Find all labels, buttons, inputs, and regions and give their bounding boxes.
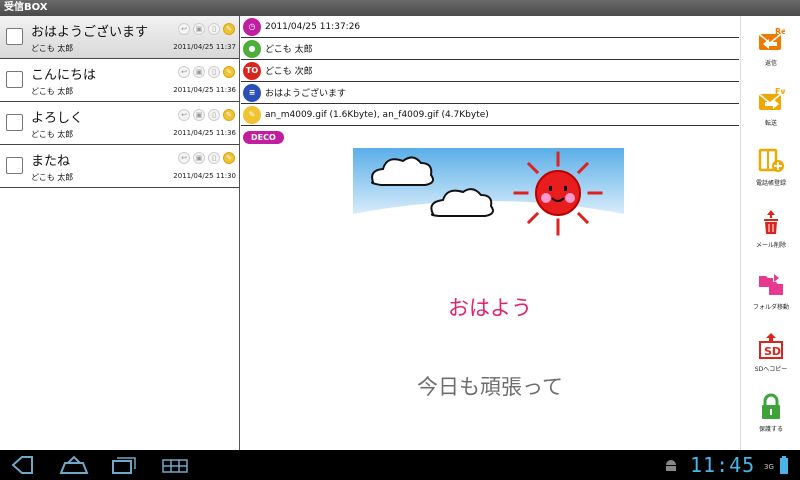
move-folder-button[interactable]: フォルダ移動	[741, 264, 800, 319]
deco-sun-cloud-image	[353, 148, 624, 248]
menu-grid-icon[interactable]	[160, 455, 190, 475]
person-icon: ●	[243, 39, 261, 58]
attachment-icon: ✎	[223, 66, 235, 78]
reply-status-icon: ↩	[178, 66, 190, 78]
lock-icon	[757, 392, 785, 420]
move-folder-label: フォルダ移動	[752, 304, 789, 311]
forward-label: 転送	[764, 120, 777, 127]
message-line-1: おはよう	[448, 296, 532, 320]
lock-status-icon: ▣	[193, 109, 205, 121]
received-datetime: 2011/04/25 11:37:26	[265, 21, 361, 32]
attachment-icon: ✎	[223, 152, 235, 164]
forward-icon: Fw	[757, 86, 788, 114]
attachment-row[interactable]: ✎ an_m4009.gif (1.6Kbyte), an_f4009.gif …	[241, 104, 739, 126]
address-book-plus-icon	[757, 146, 785, 174]
mail-date: 2011/04/25 11:36	[173, 86, 236, 94]
delete-mail-button[interactable]: メール削除	[741, 202, 800, 257]
mail-list-item[interactable]: こんにちは ↩ ▣ ▯ ✎ どこも 太郎 2011/04/25 11:36	[0, 59, 239, 102]
storage-status-icon: ▯	[208, 152, 220, 164]
action-bar: Re 返信 Fw 転送 電話帳登録 メール削除 フォルダ移動 SD SDへコピー…	[740, 16, 800, 450]
add-contact-label: 電話帳登録	[755, 180, 786, 187]
mail-subject: よろしく	[31, 111, 84, 126]
subject-text: おはようございます	[265, 89, 347, 99]
storage-status-icon: ▯	[208, 109, 220, 121]
status-clock: 11:45	[690, 453, 756, 477]
select-checkbox[interactable]	[6, 114, 23, 131]
select-checkbox[interactable]	[6, 71, 23, 88]
forward-button[interactable]: Fw 転送	[741, 80, 800, 135]
mail-status-icons: ↩ ▣ ▯ ✎	[178, 66, 235, 78]
mail-status-icons: ↩ ▣ ▯ ✎	[178, 152, 235, 164]
delete-mail-label: メール削除	[755, 242, 786, 249]
reply-status-icon: ↩	[178, 152, 190, 164]
select-checkbox[interactable]	[6, 28, 23, 45]
subject-icon: ≡	[243, 83, 261, 102]
sd-copy-label: SDへコピー	[754, 366, 788, 373]
to-badge-icon: TO	[243, 61, 261, 80]
window-title: 受信BOX	[0, 0, 800, 16]
mail-detail: ◷ 2011/04/25 11:37:26 ● どこも 太郎 TO どこも 次郎…	[241, 16, 739, 450]
datetime-row: ◷ 2011/04/25 11:37:26	[241, 16, 739, 38]
reply-status-icon: ↩	[178, 23, 190, 35]
lock-status-icon: ▣	[193, 23, 205, 35]
select-checkbox[interactable]	[6, 157, 23, 174]
attachment-icon: ✎	[223, 109, 235, 121]
to-name: どこも 次郎	[265, 67, 313, 77]
mail-list-item[interactable]: よろしく ↩ ▣ ▯ ✎ どこも 太郎 2011/04/25 11:36	[0, 102, 239, 145]
lock-status-icon: ▣	[193, 66, 205, 78]
recent-apps-icon[interactable]	[110, 455, 138, 475]
svg-text:Fw: Fw	[775, 87, 785, 96]
storage-status-icon: ▯	[208, 23, 220, 35]
to-row[interactable]: TO どこも 次郎	[241, 60, 739, 82]
protect-label: 保護する	[758, 426, 783, 433]
reply-status-icon: ↩	[178, 109, 190, 121]
paperclip-icon: ✎	[243, 105, 261, 124]
battery-icon	[780, 456, 788, 474]
back-icon[interactable]	[10, 455, 38, 475]
from-row[interactable]: ● どこも 太郎	[241, 38, 739, 60]
deco-button[interactable]: DECO	[243, 130, 284, 144]
subject-row: ≡ おはようございます	[241, 82, 739, 104]
mail-date: 2011/04/25 11:36	[173, 129, 236, 137]
svg-text:Re: Re	[775, 27, 785, 36]
android-debug-icon	[666, 460, 676, 471]
protect-button[interactable]: 保護する	[741, 386, 800, 441]
attachment-list: an_m4009.gif (1.6Kbyte), an_f4009.gif (4…	[265, 109, 489, 120]
lock-status-icon: ▣	[193, 152, 205, 164]
network-type: 3G	[764, 463, 774, 471]
clock-icon: ◷	[243, 17, 261, 36]
mail-subject: こんにちは	[31, 68, 97, 83]
mail-list: おはようございます ↩ ▣ ▯ ✎ どこも 太郎 2011/04/25 11:3…	[0, 16, 240, 450]
mail-date: 2011/04/25 11:30	[173, 172, 236, 180]
add-contact-button[interactable]: 電話帳登録	[741, 140, 800, 195]
trash-icon	[757, 208, 785, 236]
storage-status-icon: ▯	[208, 66, 220, 78]
mail-sender: どこも 太郎	[31, 87, 74, 96]
mail-status-icons: ↩ ▣ ▯ ✎	[178, 23, 235, 35]
from-name: どこも 太郎	[265, 45, 313, 55]
mail-subject: おはようございます	[31, 25, 149, 40]
system-navigation-bar: 11:45 3G	[0, 450, 800, 480]
mail-subject: またね	[31, 154, 71, 169]
mail-status-icons: ↩ ▣ ▯ ✎	[178, 109, 235, 121]
mail-date: 2011/04/25 11:37	[173, 43, 236, 51]
attachment-icon: ✎	[223, 23, 235, 35]
mail-sender: どこも 太郎	[31, 130, 74, 139]
mail-list-item[interactable]: おはようございます ↩ ▣ ▯ ✎ どこも 太郎 2011/04/25 11:3…	[0, 16, 239, 59]
deco-row: DECO	[241, 126, 739, 148]
reply-button[interactable]: Re 返信	[741, 20, 800, 75]
folder-move-icon	[757, 270, 785, 298]
reply-label: 返信	[764, 60, 777, 67]
svg-text:SD: SD	[764, 345, 781, 358]
reply-icon: Re	[757, 26, 787, 54]
sd-copy-button[interactable]: SD SDへコピー	[741, 326, 800, 381]
mail-sender: どこも 太郎	[31, 173, 74, 182]
home-icon[interactable]	[58, 455, 90, 475]
mail-list-item[interactable]: またね ↩ ▣ ▯ ✎ どこも 太郎 2011/04/25 11:30	[0, 145, 239, 188]
message-line-2: 今日も頑張って	[417, 375, 563, 399]
sd-card-icon: SD	[757, 332, 785, 360]
mail-sender: どこも 太郎	[31, 44, 74, 53]
